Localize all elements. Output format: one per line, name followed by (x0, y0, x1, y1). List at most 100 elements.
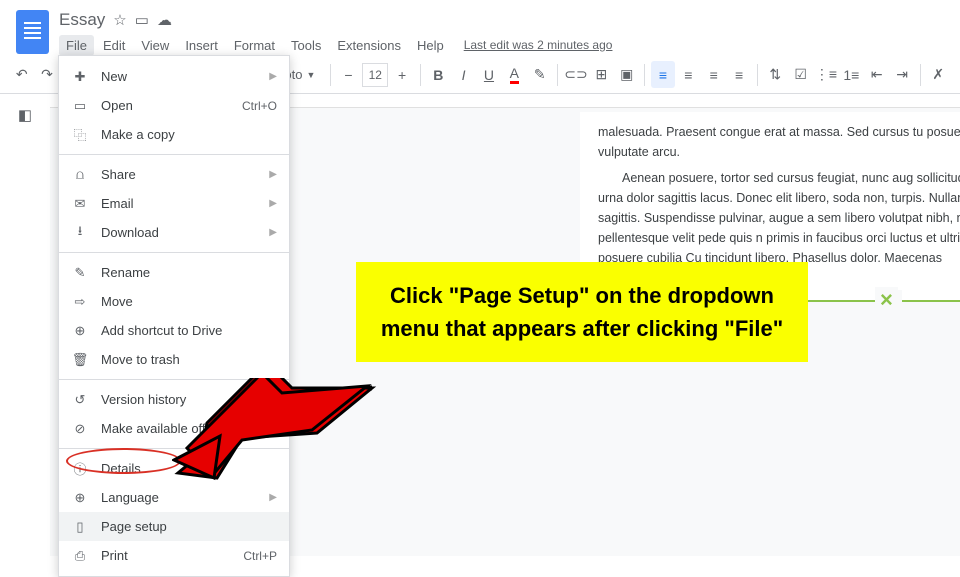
menu-item-label: Details (101, 461, 277, 476)
version-history-icon: ↺ (71, 392, 89, 408)
submenu-arrow-icon: ▶ (269, 492, 277, 503)
menu-edit[interactable]: Edit (96, 35, 132, 56)
submenu-arrow-icon: ▶ (269, 71, 277, 82)
menu-item-add-shortcut-to-drive[interactable]: ⊕ Add shortcut to Drive (59, 316, 289, 345)
clear-formatting-icon[interactable]: ✗ (927, 61, 950, 88)
details-icon: ⓘ (71, 459, 89, 478)
last-edit-link[interactable]: Last edit was 2 minutes ago (461, 35, 616, 56)
redo-icon[interactable]: ↷ (35, 61, 58, 88)
menu-item-open[interactable]: ▭ Open Ctrl+O (59, 91, 289, 120)
body-paragraph-1: malesuada. Praesent congue erat at massa… (598, 122, 960, 162)
menu-item-move-to-trash[interactable]: 🗑 Move to trash (59, 345, 289, 374)
cloud-status-icon[interactable]: ☁ (157, 11, 172, 29)
align-right-icon[interactable]: ≡ (702, 61, 725, 88)
menu-item-language[interactable]: ⊕ Language ▶ (59, 483, 289, 512)
add-comment-icon[interactable]: ⊞ (590, 61, 613, 88)
menu-item-label: New (101, 69, 257, 84)
text-color-button[interactable]: A (503, 61, 526, 88)
header: Essay ☆ ▭ ☁ File Edit View Insert Format… (0, 0, 960, 56)
title-area: Essay ☆ ▭ ☁ File Edit View Insert Format… (59, 8, 944, 56)
menu-item-label: Make available offline (101, 421, 277, 436)
decrease-indent-icon[interactable]: ⇤ (865, 61, 888, 88)
italic-button[interactable]: I (452, 61, 475, 88)
insert-link-icon[interactable]: ⊂⊃ (564, 61, 587, 88)
menu-item-label: Rename (101, 265, 277, 280)
undo-icon[interactable]: ↶ (10, 61, 33, 88)
menu-item-label: Add shortcut to Drive (101, 323, 277, 338)
menu-item-label: Open (101, 98, 230, 113)
print-icon: ⎙ (71, 548, 89, 564)
move-folder-icon[interactable]: ▭ (135, 11, 149, 29)
menu-item-label: Move (101, 294, 277, 309)
menu-item-print[interactable]: ⎙ Print Ctrl+P (59, 541, 289, 570)
move-icon: ⇨ (71, 294, 89, 310)
numbered-list-icon[interactable]: 1≡ (840, 61, 863, 88)
menu-item-version-history[interactable]: ↺ Version history ▶ (59, 385, 289, 414)
insert-image-icon[interactable]: ▣ (615, 61, 638, 88)
add-shortcut-to-drive-icon: ⊕ (71, 323, 89, 339)
menu-help[interactable]: Help (410, 35, 451, 56)
language-icon: ⊕ (71, 490, 89, 506)
left-sidebar: ◧ (0, 94, 50, 556)
align-justify-icon[interactable]: ≡ (727, 61, 750, 88)
outline-toggle-icon[interactable]: ◧ (18, 106, 32, 124)
menu-item-download[interactable]: ⭳Download▶ (59, 218, 289, 247)
menu-item-details[interactable]: ⓘ Details (59, 454, 289, 483)
menu-item-label: Email (101, 196, 257, 211)
bullet-list-icon[interactable]: ⋮≡ (814, 61, 837, 88)
menu-item-page-setup[interactable]: ▯ Page setup (59, 512, 289, 541)
menu-item-label: Print (101, 548, 231, 563)
menu-item-make-a-copy[interactable]: ⿻ Make a copy (59, 120, 289, 149)
menu-item-make-available-offline[interactable]: ⊘ Make available offline (59, 414, 289, 443)
menu-item-share[interactable]: ⩍Share▶ (59, 160, 289, 189)
close-icon[interactable]: × (875, 287, 898, 313)
align-left-icon[interactable]: ≡ (651, 61, 674, 88)
font-size-input[interactable]: 12 (362, 63, 388, 87)
menu-item-label: Make a copy (101, 127, 277, 142)
menu-item-label: Version history (101, 392, 257, 407)
make-a-copy-icon: ⿻ (71, 125, 89, 144)
open-icon: ▭ (71, 98, 89, 114)
menu-tools[interactable]: Tools (284, 35, 328, 56)
file-dropdown-menu: ✚New▶▭OpenCtrl+O⿻Make a copy⩍Share▶✉Emai… (58, 55, 290, 577)
align-center-icon[interactable]: ≡ (677, 61, 700, 88)
menu-item-label: Download (101, 225, 257, 240)
page-setup-icon: ▯ (71, 519, 89, 535)
menu-item-email[interactable]: ✉ Email ▶ (59, 189, 289, 218)
menu-item-label: Language (101, 490, 257, 505)
shortcut-label: Ctrl+P (243, 549, 277, 563)
menu-extensions[interactable]: Extensions (330, 35, 408, 56)
highlight-button[interactable]: ✎ (528, 61, 551, 88)
docs-logo-icon[interactable] (16, 10, 49, 54)
menu-view[interactable]: View (134, 35, 176, 56)
underline-button[interactable]: U (477, 61, 500, 88)
email-icon: ✉ (71, 196, 89, 212)
shortcut-label: Ctrl+O (242, 99, 277, 113)
menu-format[interactable]: Format (227, 35, 282, 56)
download-icon: ⭳ (71, 222, 89, 244)
make-available-offline-icon: ⊘ (71, 421, 89, 437)
menubar: File Edit View Insert Format Tools Exten… (59, 35, 944, 56)
rename-icon: ✎ (71, 265, 89, 281)
menu-file[interactable]: File (59, 35, 94, 56)
submenu-arrow-icon: ▶ (269, 394, 277, 405)
menu-item-move[interactable]: ⇨ Move (59, 287, 289, 316)
share-icon: ⩍ (71, 167, 89, 183)
decrease-font-icon[interactable]: − (337, 61, 360, 88)
menu-item-new[interactable]: ✚New▶ (59, 62, 289, 91)
menu-insert[interactable]: Insert (178, 35, 225, 56)
increase-font-icon[interactable]: + (390, 61, 413, 88)
menu-item-rename[interactable]: ✎ Rename (59, 258, 289, 287)
checklist-icon[interactable]: ☑ (789, 61, 812, 88)
bold-button[interactable]: B (427, 61, 450, 88)
doc-title[interactable]: Essay (59, 10, 105, 30)
line-spacing-icon[interactable]: ⇅ (764, 61, 787, 88)
menu-item-label: Page setup (101, 519, 277, 534)
increase-indent-icon[interactable]: ⇥ (890, 61, 913, 88)
submenu-arrow-icon: ▶ (269, 198, 277, 209)
annotation-callout: Click "Page Setup" on the dropdown menu … (356, 262, 808, 362)
star-icon[interactable]: ☆ (113, 11, 126, 29)
menu-item-label: Move to trash (101, 352, 277, 367)
menu-item-label: Share (101, 167, 257, 182)
move-to-trash-icon: 🗑 (71, 352, 89, 368)
